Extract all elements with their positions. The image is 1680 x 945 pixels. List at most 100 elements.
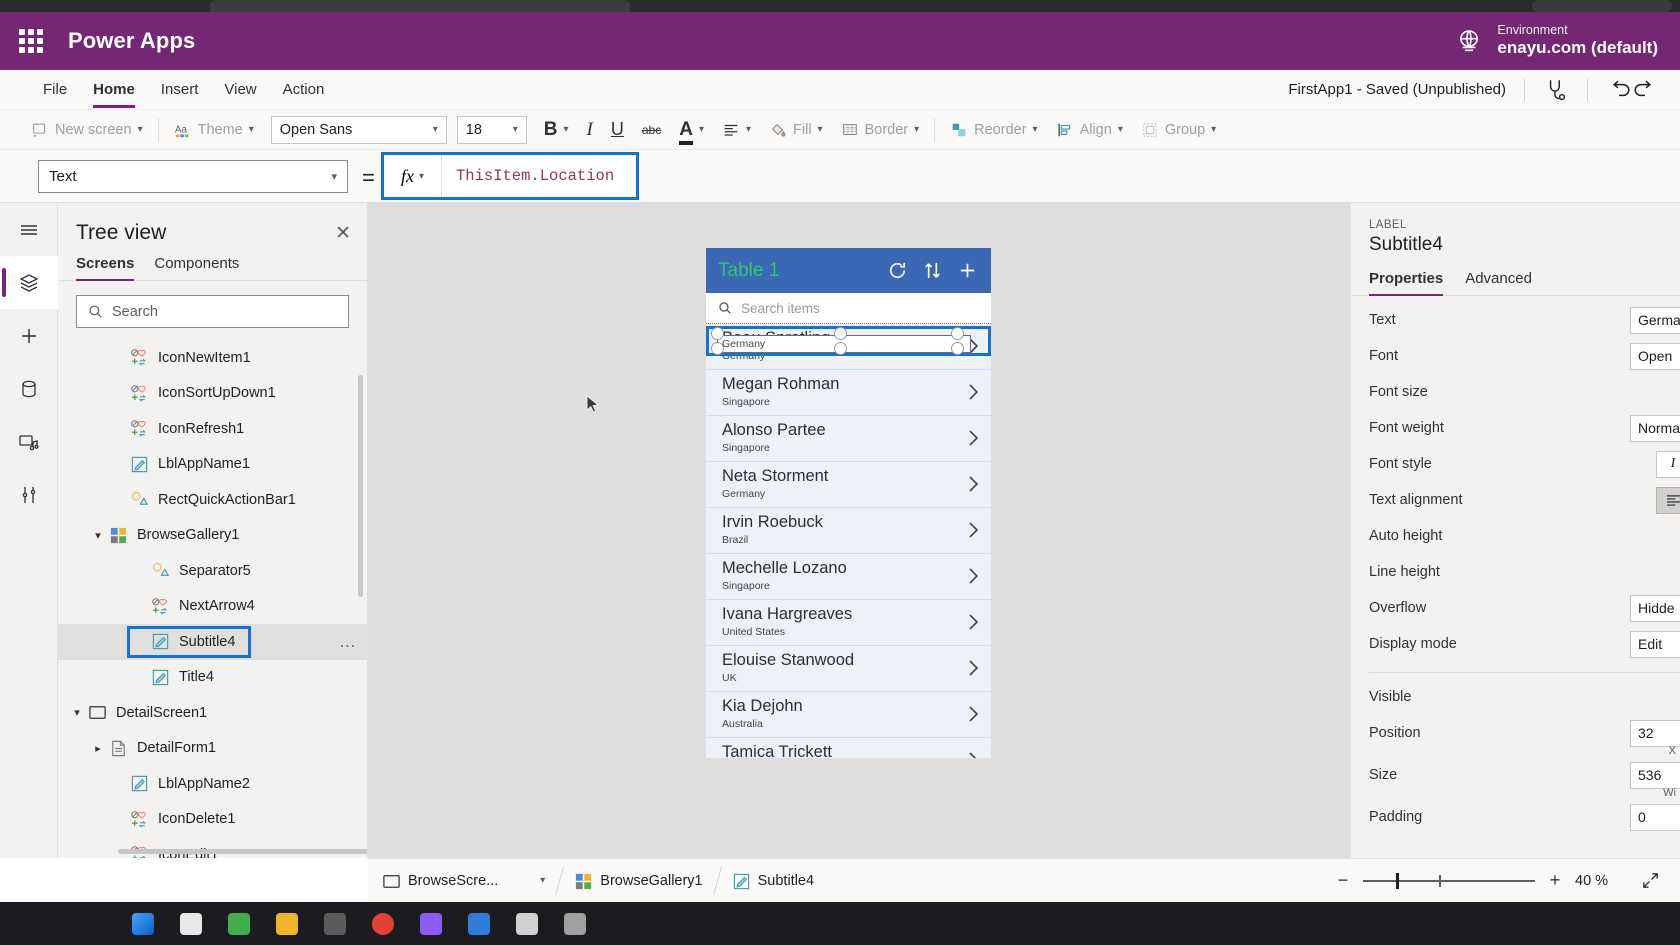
redo-icon[interactable]: [1632, 77, 1658, 103]
gallery-item[interactable]: Alonso Partee Singapore: [706, 416, 991, 462]
gallery-item[interactable]: Mechelle Lozano Singapore: [706, 554, 991, 600]
gallery-item[interactable]: Ivana Hargreaves United States: [706, 600, 991, 646]
sort-updown-icon[interactable]: [921, 259, 944, 282]
tree-node-rectquickactionbar1[interactable]: RectQuickActionBar1: [58, 482, 367, 518]
next-arrow-icon[interactable]: [968, 613, 979, 631]
menu-item-file[interactable]: File: [30, 70, 80, 110]
fx-button[interactable]: fx ▾: [384, 155, 442, 197]
menu-item-view[interactable]: View: [211, 70, 269, 110]
data-icon[interactable]: [0, 362, 58, 415]
tree-node-icondelete1[interactable]: IconDelete1: [58, 802, 367, 838]
zoom-slider[interactable]: [1363, 872, 1535, 890]
environment-selector[interactable]: Environment enayu.com (default): [1455, 23, 1658, 59]
undo-icon[interactable]: [1606, 77, 1632, 103]
border-button[interactable]: Border ▾: [832, 115, 929, 145]
tree-node-lblappname1[interactable]: LblAppName1: [58, 447, 367, 483]
property-select[interactable]: Text ▾: [38, 160, 348, 193]
plus-icon[interactable]: [956, 259, 979, 282]
tree-node-iconnewitem1[interactable]: IconNewItem1: [58, 340, 367, 376]
tree-node-title4[interactable]: Title4: [58, 660, 367, 696]
tree-node-subtitle4[interactable]: Subtitle4…: [58, 624, 367, 660]
property-value-font[interactable]: Open: [1630, 342, 1680, 370]
gallery-item[interactable]: Megan Rohman Singapore: [706, 370, 991, 416]
next-arrow-icon[interactable]: [968, 475, 979, 493]
fit-screen-icon[interactable]: [1641, 871, 1660, 890]
taskbar-app-10[interactable]: [564, 912, 586, 935]
new-screen-button[interactable]: New screen ▾: [22, 115, 152, 145]
property-value-padding[interactable]: 0: [1630, 803, 1680, 831]
text-align-button[interactable]: ▾: [713, 115, 760, 145]
theme-button[interactable]: Aa Theme ▾: [165, 115, 263, 145]
refresh-icon[interactable]: [886, 259, 909, 282]
next-arrow-icon[interactable]: [968, 705, 979, 723]
taskbar-app-5[interactable]: [324, 912, 346, 935]
tab-components[interactable]: Components: [154, 255, 239, 280]
taskbar-app-2[interactable]: [180, 912, 202, 935]
property-value-font-style[interactable]: I: [1656, 450, 1680, 478]
breadcrumb-item-browsescre[interactable]: BrowseScre... ▾: [368, 859, 559, 903]
next-arrow-icon[interactable]: [968, 383, 979, 401]
tree-node-browsegallery1[interactable]: ▾ BrowseGallery1: [58, 518, 367, 554]
breadcrumb-item-browsegallery1[interactable]: BrowseGallery1: [560, 859, 716, 903]
media-icon[interactable]: [0, 415, 58, 468]
browser-tab[interactable]: [210, 0, 630, 12]
tree-node-detailscreen1[interactable]: ▾ DetailScreen1: [58, 695, 367, 731]
bold-button[interactable]: B ▾: [535, 115, 578, 145]
tab-advanced[interactable]: Advanced: [1465, 270, 1532, 295]
tab-properties[interactable]: Properties: [1369, 270, 1444, 296]
property-value-font-weight[interactable]: Norma: [1630, 414, 1680, 442]
group-button[interactable]: Group ▾: [1132, 115, 1225, 145]
italic-button[interactable]: I: [578, 115, 602, 145]
taskbar-app-9[interactable]: [516, 912, 538, 935]
property-value-overflow[interactable]: Hidde: [1630, 594, 1680, 622]
zoom-in-button[interactable]: +: [1547, 870, 1563, 891]
gallery-item[interactable]: Kia Dejohn Australia: [706, 692, 991, 738]
next-arrow-icon[interactable]: [968, 659, 979, 677]
tree-node-iconrefresh1[interactable]: IconRefresh1: [58, 411, 367, 447]
zoom-thumb[interactable]: [1396, 872, 1399, 889]
next-arrow-icon[interactable]: [968, 751, 979, 758]
gallery-search-input[interactable]: Search items: [706, 293, 991, 324]
fill-button[interactable]: Fill ▾: [760, 115, 832, 145]
hamburger-menu-icon[interactable]: [0, 203, 58, 256]
font-family-select[interactable]: Open Sans ▾: [270, 115, 447, 144]
chevron-down-icon[interactable]: ▾: [87, 529, 109, 542]
insert-icon[interactable]: [0, 309, 58, 362]
taskbar-app-8[interactable]: [468, 912, 490, 935]
taskbar-app-7[interactable]: [420, 912, 442, 935]
breadcrumb-item-subtitle4[interactable]: Subtitle4: [718, 859, 828, 903]
formula-input[interactable]: ThisItem.Location: [442, 167, 636, 185]
next-arrow-icon[interactable]: [968, 337, 979, 355]
gallery-item[interactable]: Neta Storment Germany: [706, 462, 991, 508]
menu-item-action[interactable]: Action: [270, 70, 338, 110]
gallery-item[interactable]: Tamica Trickett: [706, 738, 991, 758]
align-button[interactable]: Align ▾: [1047, 115, 1132, 145]
chevron-right-icon[interactable]: ▸: [87, 742, 109, 755]
tree-node-separator5[interactable]: Separator5: [58, 553, 367, 589]
close-icon[interactable]: ✕: [335, 224, 351, 243]
app-canvas[interactable]: Table 1 Search items Beau Spratling Germa…: [368, 203, 1350, 858]
taskbar-app-6[interactable]: [372, 912, 394, 935]
gallery-item[interactable]: Elouise Stanwood UK: [706, 646, 991, 692]
next-arrow-icon[interactable]: [968, 429, 979, 447]
menu-item-home[interactable]: Home: [80, 70, 148, 110]
tab-screens[interactable]: Screens: [76, 255, 135, 281]
zoom-out-button[interactable]: −: [1335, 870, 1351, 891]
advanced-tools-icon[interactable]: [0, 468, 58, 521]
tree-search-input[interactable]: Search: [76, 295, 349, 328]
property-value-size[interactable]: 536: [1630, 761, 1680, 789]
tree-horizontal-scrollbar[interactable]: [118, 849, 367, 854]
font-size-select[interactable]: 18 ▾: [456, 115, 527, 144]
chevron-down-icon[interactable]: ▾: [540, 875, 545, 886]
underline-button[interactable]: U: [602, 115, 633, 145]
taskbar-app-3[interactable]: [228, 912, 250, 935]
tree-node-nextarrow4[interactable]: NextArrow4: [58, 589, 367, 625]
next-arrow-icon[interactable]: [968, 567, 979, 585]
chevron-down-icon[interactable]: ▾: [66, 706, 88, 719]
taskbar-app-1[interactable]: [132, 912, 154, 935]
property-value-text[interactable]: Germa: [1630, 306, 1680, 334]
reorder-button[interactable]: Reorder ▾: [941, 115, 1046, 145]
app-checker-icon[interactable]: [1543, 77, 1569, 103]
property-value-display-mode[interactable]: Edit: [1630, 630, 1680, 658]
strikethrough-button[interactable]: abc: [633, 115, 670, 145]
